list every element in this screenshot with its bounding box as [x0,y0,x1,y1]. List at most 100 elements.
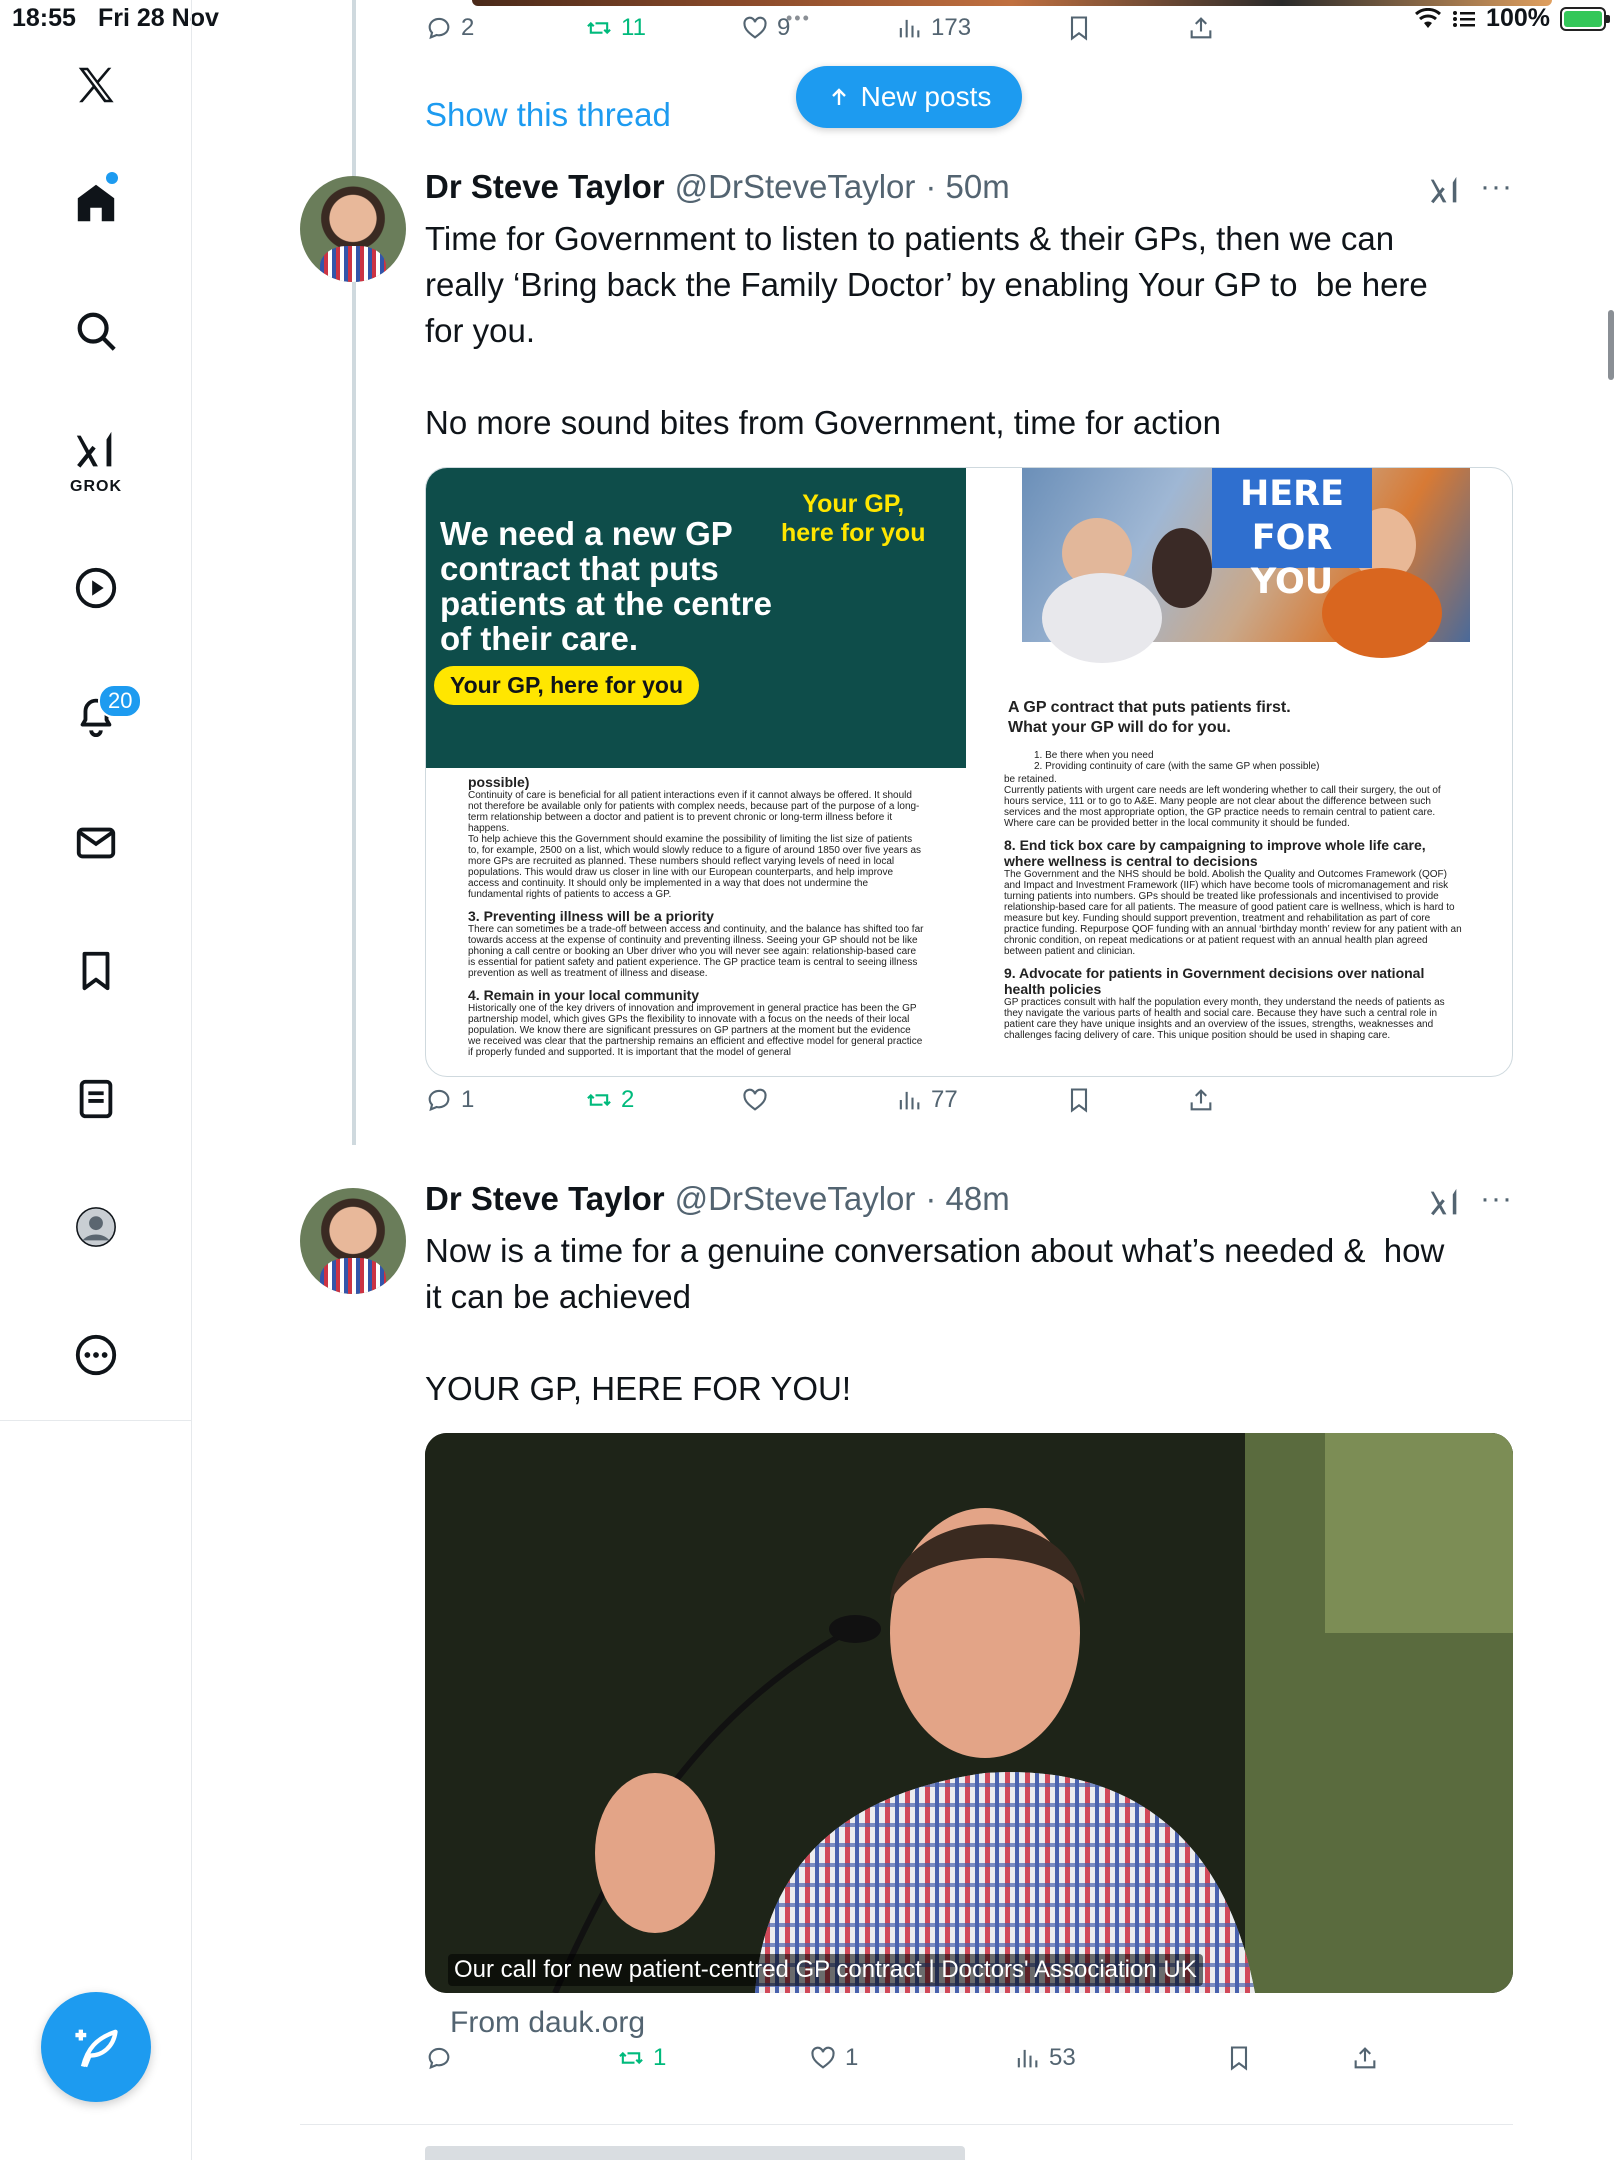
doc-paragraph: Historically one of the key drivers of i… [468,1003,923,1058]
doc-right-heading: A GP contract that puts patients first. … [1008,699,1291,736]
share-button[interactable] [1351,2044,1379,2072]
share-icon [1190,17,1212,39]
bookmark-icon [1230,2046,1248,2071]
share-icon [1354,2047,1376,2069]
link-card-image[interactable] [425,1433,1513,1993]
doc-paragraph: There can sometimes be a trade-off betwe… [468,924,924,979]
doc-paragraph: To help achieve this the Government shou… [468,834,922,900]
x-logo-icon[interactable] [0,62,192,108]
grok-explain-icon[interactable] [1428,1186,1462,1220]
new-posts-label: New posts [860,81,992,112]
like-icon [743,1088,767,1111]
post-more-icon[interactable]: ··· [1480,1182,1513,1216]
media-photo-panel: HERE FOR YOU [1022,468,1470,663]
views-count: 77 [931,1086,958,1113]
repost-count: 11 [621,14,646,41]
bookmark-icon [1070,1088,1088,1113]
bookmarks-icon[interactable] [0,948,192,994]
reply-button[interactable]: 2 [425,14,474,42]
new-posts-button[interactable]: New posts [796,66,1022,128]
avatar[interactable] [300,176,406,282]
video-icon[interactable] [0,565,192,611]
compose-feather-icon [75,2029,118,2068]
thread-connector-line [352,0,356,1145]
next-post-peek [425,2140,985,2160]
banner-pill: Your GP, here for you [434,666,700,705]
doc-list-item: 1. Be there when you need [1034,750,1154,761]
bookmark-button[interactable] [1225,2044,1253,2072]
post-time[interactable]: · 50m [925,168,1009,206]
like-count: 1 [845,2044,859,2071]
doc-paragraph: The Government and the NHS should be bol… [1004,869,1462,957]
like-button[interactable]: 9 [741,14,790,42]
reply-button[interactable] [425,2044,461,2072]
author-handle[interactable]: @DrSteveTaylor [675,168,916,206]
profile-icon[interactable] [0,1204,192,1250]
post-header: Dr Steve Taylor @DrSteveTaylor · 48m [425,1180,1010,1218]
media-left-page: Your GP, here for you We need a new GP c… [426,468,966,1076]
views-icon [899,19,920,38]
repost-icon [587,1093,611,1107]
notifications-badge: 20 [98,684,143,718]
views-count: 53 [1049,2044,1076,2071]
like-icon [743,16,767,39]
timeline: 2 11 9 173 Show this thread New posts Dr… [192,0,1620,2160]
grok-explain-icon[interactable] [1428,174,1462,208]
reply-count: 1 [461,1086,475,1113]
scrollbar-thumb[interactable] [1608,310,1614,380]
doc-heading-8: 8. End tick box care by campaigning to i… [1004,837,1426,869]
repost-count: 2 [621,1086,635,1113]
avatar[interactable] [300,1188,406,1294]
doc-paragraph: Where care can be provided better in the… [1004,818,1350,829]
bookmark-button[interactable] [1065,1086,1093,1114]
repost-button[interactable]: 2 [585,1086,634,1114]
like-count: 9 [777,14,791,41]
post-time[interactable]: · 48m [925,1180,1009,1218]
link-card-domain[interactable]: From dauk.org [450,2006,645,2040]
like-button[interactable]: 1 [809,2044,858,2072]
show-thread-link[interactable]: Show this thread [425,96,671,134]
like-button[interactable] [741,1086,777,1114]
share-button[interactable] [1187,14,1215,42]
home-unread-dot [106,172,118,184]
views-button[interactable]: 53 [1013,2044,1076,2072]
reply-icon [428,1089,450,1112]
author-name[interactable]: Dr Steve Taylor [425,168,665,206]
repost-button[interactable]: 1 [617,2044,666,2072]
notifications-icon[interactable] [0,692,192,738]
repost-icon [587,21,611,35]
reply-icon [428,2047,450,2070]
post-text: Now is a time for a genuine conversation… [425,1232,1445,1407]
views-button[interactable]: 173 [895,14,971,42]
views-button[interactable]: 77 [895,1086,958,1114]
doc-heading-9: 9. Advocate for patients in Government d… [1004,965,1425,997]
post-media[interactable]: Your GP, here for you We need a new GP c… [425,467,1513,1077]
search-icon[interactable] [0,308,192,354]
repost-button[interactable]: 11 [585,14,646,42]
post-divider [300,2124,1513,2125]
messages-icon[interactable] [0,820,192,866]
reply-count: 2 [461,14,475,41]
views-icon [1017,2049,1038,2068]
link-card-title[interactable]: Our call for new patient-centred GP cont… [448,1954,1203,1986]
post-more-icon[interactable]: ··· [1480,170,1513,204]
grok-label: GROK [70,478,122,495]
compose-button[interactable] [41,1992,151,2102]
speaker-photo [425,1433,1513,1993]
author-name[interactable]: Dr Steve Taylor [425,1180,665,1218]
reply-button[interactable]: 1 [425,1086,474,1114]
post-header: Dr Steve Taylor @DrSteveTaylor · 50m [425,168,1010,206]
sidebar-divider [0,1420,192,1421]
repost-icon [619,2051,643,2065]
home-icon[interactable] [0,180,192,226]
share-button[interactable] [1187,1086,1215,1114]
doc-paragraph: Continuity of care is beneficial for all… [468,790,920,834]
author-handle[interactable]: @DrSteveTaylor [675,1180,916,1218]
more-icon[interactable] [0,1332,192,1378]
share-icon [1190,1089,1212,1111]
doc-heading-possible: possible) [468,774,530,790]
bookmark-button[interactable] [1065,14,1093,42]
lists-icon[interactable] [0,1076,192,1122]
views-count: 173 [931,14,972,41]
grok-icon[interactable] [0,428,192,474]
